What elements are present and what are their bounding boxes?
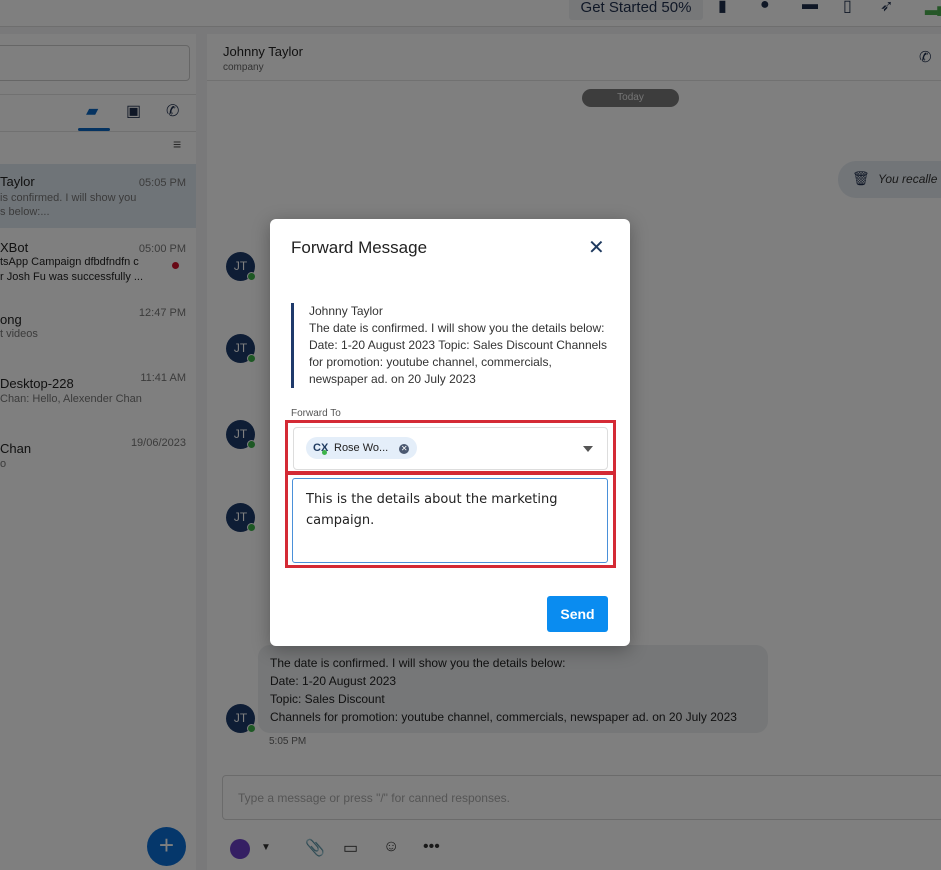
forward-to-select[interactable]: CX Rose Wo... ✕ — [293, 427, 608, 470]
dialog-title: Forward Message — [291, 238, 428, 257]
remove-recipient-icon[interactable]: ✕ — [399, 444, 410, 454]
recipient-chip: CX Rose Wo... ✕ — [306, 437, 418, 459]
quoted-message: Johnny Taylor The date is confirmed. I w… — [291, 303, 611, 388]
send-button[interactable]: Send — [547, 596, 608, 632]
online-status-icon — [322, 450, 327, 455]
forward-message-dialog: Forward Message ✕ Johnny Taylor The date… — [270, 219, 630, 646]
channel-logo-icon: CX — [313, 442, 329, 454]
quote-author: Johnny Taylor — [309, 304, 383, 318]
forward-message-input[interactable]: This is the details about the marketing … — [292, 478, 608, 563]
quote-text: The date is confirmed. I will show you t… — [309, 321, 607, 386]
close-icon[interactable]: ✕ — [588, 235, 605, 260]
recipient-name: Rose Wo... — [334, 442, 389, 454]
dropdown-caret-icon[interactable] — [583, 446, 593, 452]
forward-to-label: Forward To — [291, 408, 341, 419]
